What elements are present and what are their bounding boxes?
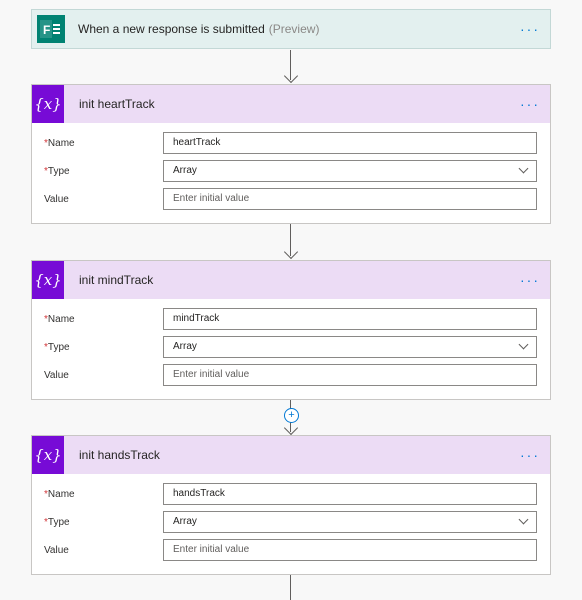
forms-icon: F xyxy=(37,15,65,43)
name-row: *Name handsTrack xyxy=(44,480,538,508)
value-label: Value xyxy=(44,544,69,556)
trigger-menu-button[interactable]: ··· xyxy=(520,21,540,37)
variable-title: init handsTrack xyxy=(79,448,160,462)
type-select[interactable]: Array xyxy=(163,511,537,533)
arrow-down-icon xyxy=(283,420,299,436)
variable-header[interactable]: {x} init handsTrack ··· xyxy=(32,436,550,474)
variable-card-heart[interactable]: {x} init heartTrack ··· *Name heartTrack… xyxy=(31,84,551,224)
name-label: *Name xyxy=(44,137,75,149)
variable-menu-button[interactable]: ··· xyxy=(520,272,540,288)
variable-title: init mindTrack xyxy=(79,273,154,287)
type-row: *Type Array xyxy=(44,508,538,536)
trigger-header[interactable]: F When a new response is submitted (Previ… xyxy=(32,10,550,48)
type-row: *Type Array xyxy=(44,333,538,361)
svg-text:F: F xyxy=(43,23,50,37)
variable-header[interactable]: {x} init heartTrack ··· xyxy=(32,85,550,123)
type-select[interactable]: Array xyxy=(163,336,537,358)
value-input[interactable]: Enter initial value xyxy=(163,364,537,386)
trigger-title: When a new response is submitted (Preview… xyxy=(78,22,319,36)
name-input[interactable]: handsTrack xyxy=(163,483,537,505)
value-input[interactable]: Enter initial value xyxy=(163,188,537,210)
value-input[interactable]: Enter initial value xyxy=(163,539,537,561)
variable-icon: {x} xyxy=(32,436,64,474)
trigger-card[interactable]: F When a new response is submitted (Previ… xyxy=(31,9,551,49)
arrow-down-icon xyxy=(283,68,299,84)
chevron-down-icon xyxy=(518,339,529,350)
type-select[interactable]: Array xyxy=(163,160,537,182)
name-label: *Name xyxy=(44,313,75,325)
arrow-down-icon xyxy=(283,244,299,260)
type-label: *Type xyxy=(44,165,70,177)
variable-menu-button[interactable]: ··· xyxy=(520,96,540,112)
chevron-down-icon xyxy=(518,514,529,525)
variable-card-hands[interactable]: {x} init handsTrack ··· *Name handsTrack… xyxy=(31,435,551,575)
preview-tag: (Preview) xyxy=(268,22,320,36)
variable-icon: {x} xyxy=(32,85,64,123)
value-row: Value Enter initial value xyxy=(44,361,538,389)
name-label: *Name xyxy=(44,488,75,500)
name-input[interactable]: heartTrack xyxy=(163,132,537,154)
variable-header[interactable]: {x} init mindTrack ··· xyxy=(32,261,550,299)
add-step-button[interactable]: + xyxy=(284,408,299,423)
variable-card-mind[interactable]: {x} init mindTrack ··· *Name mindTrack *… xyxy=(31,260,551,400)
value-label: Value xyxy=(44,193,69,205)
value-row: Value Enter initial value xyxy=(44,536,538,564)
value-row: Value Enter initial value xyxy=(44,185,538,213)
name-row: *Name mindTrack xyxy=(44,305,538,333)
trigger-title-text: When a new response is submitted xyxy=(78,22,265,36)
connector-line xyxy=(290,575,291,600)
value-label: Value xyxy=(44,369,69,381)
name-row: *Name heartTrack xyxy=(44,129,538,157)
variable-menu-button[interactable]: ··· xyxy=(520,447,540,463)
chevron-down-icon xyxy=(518,163,529,174)
variable-icon: {x} xyxy=(32,261,64,299)
type-label: *Type xyxy=(44,341,70,353)
type-label: *Type xyxy=(44,516,70,528)
name-input[interactable]: mindTrack xyxy=(163,308,537,330)
variable-title: init heartTrack xyxy=(79,97,155,111)
type-row: *Type Array xyxy=(44,157,538,185)
